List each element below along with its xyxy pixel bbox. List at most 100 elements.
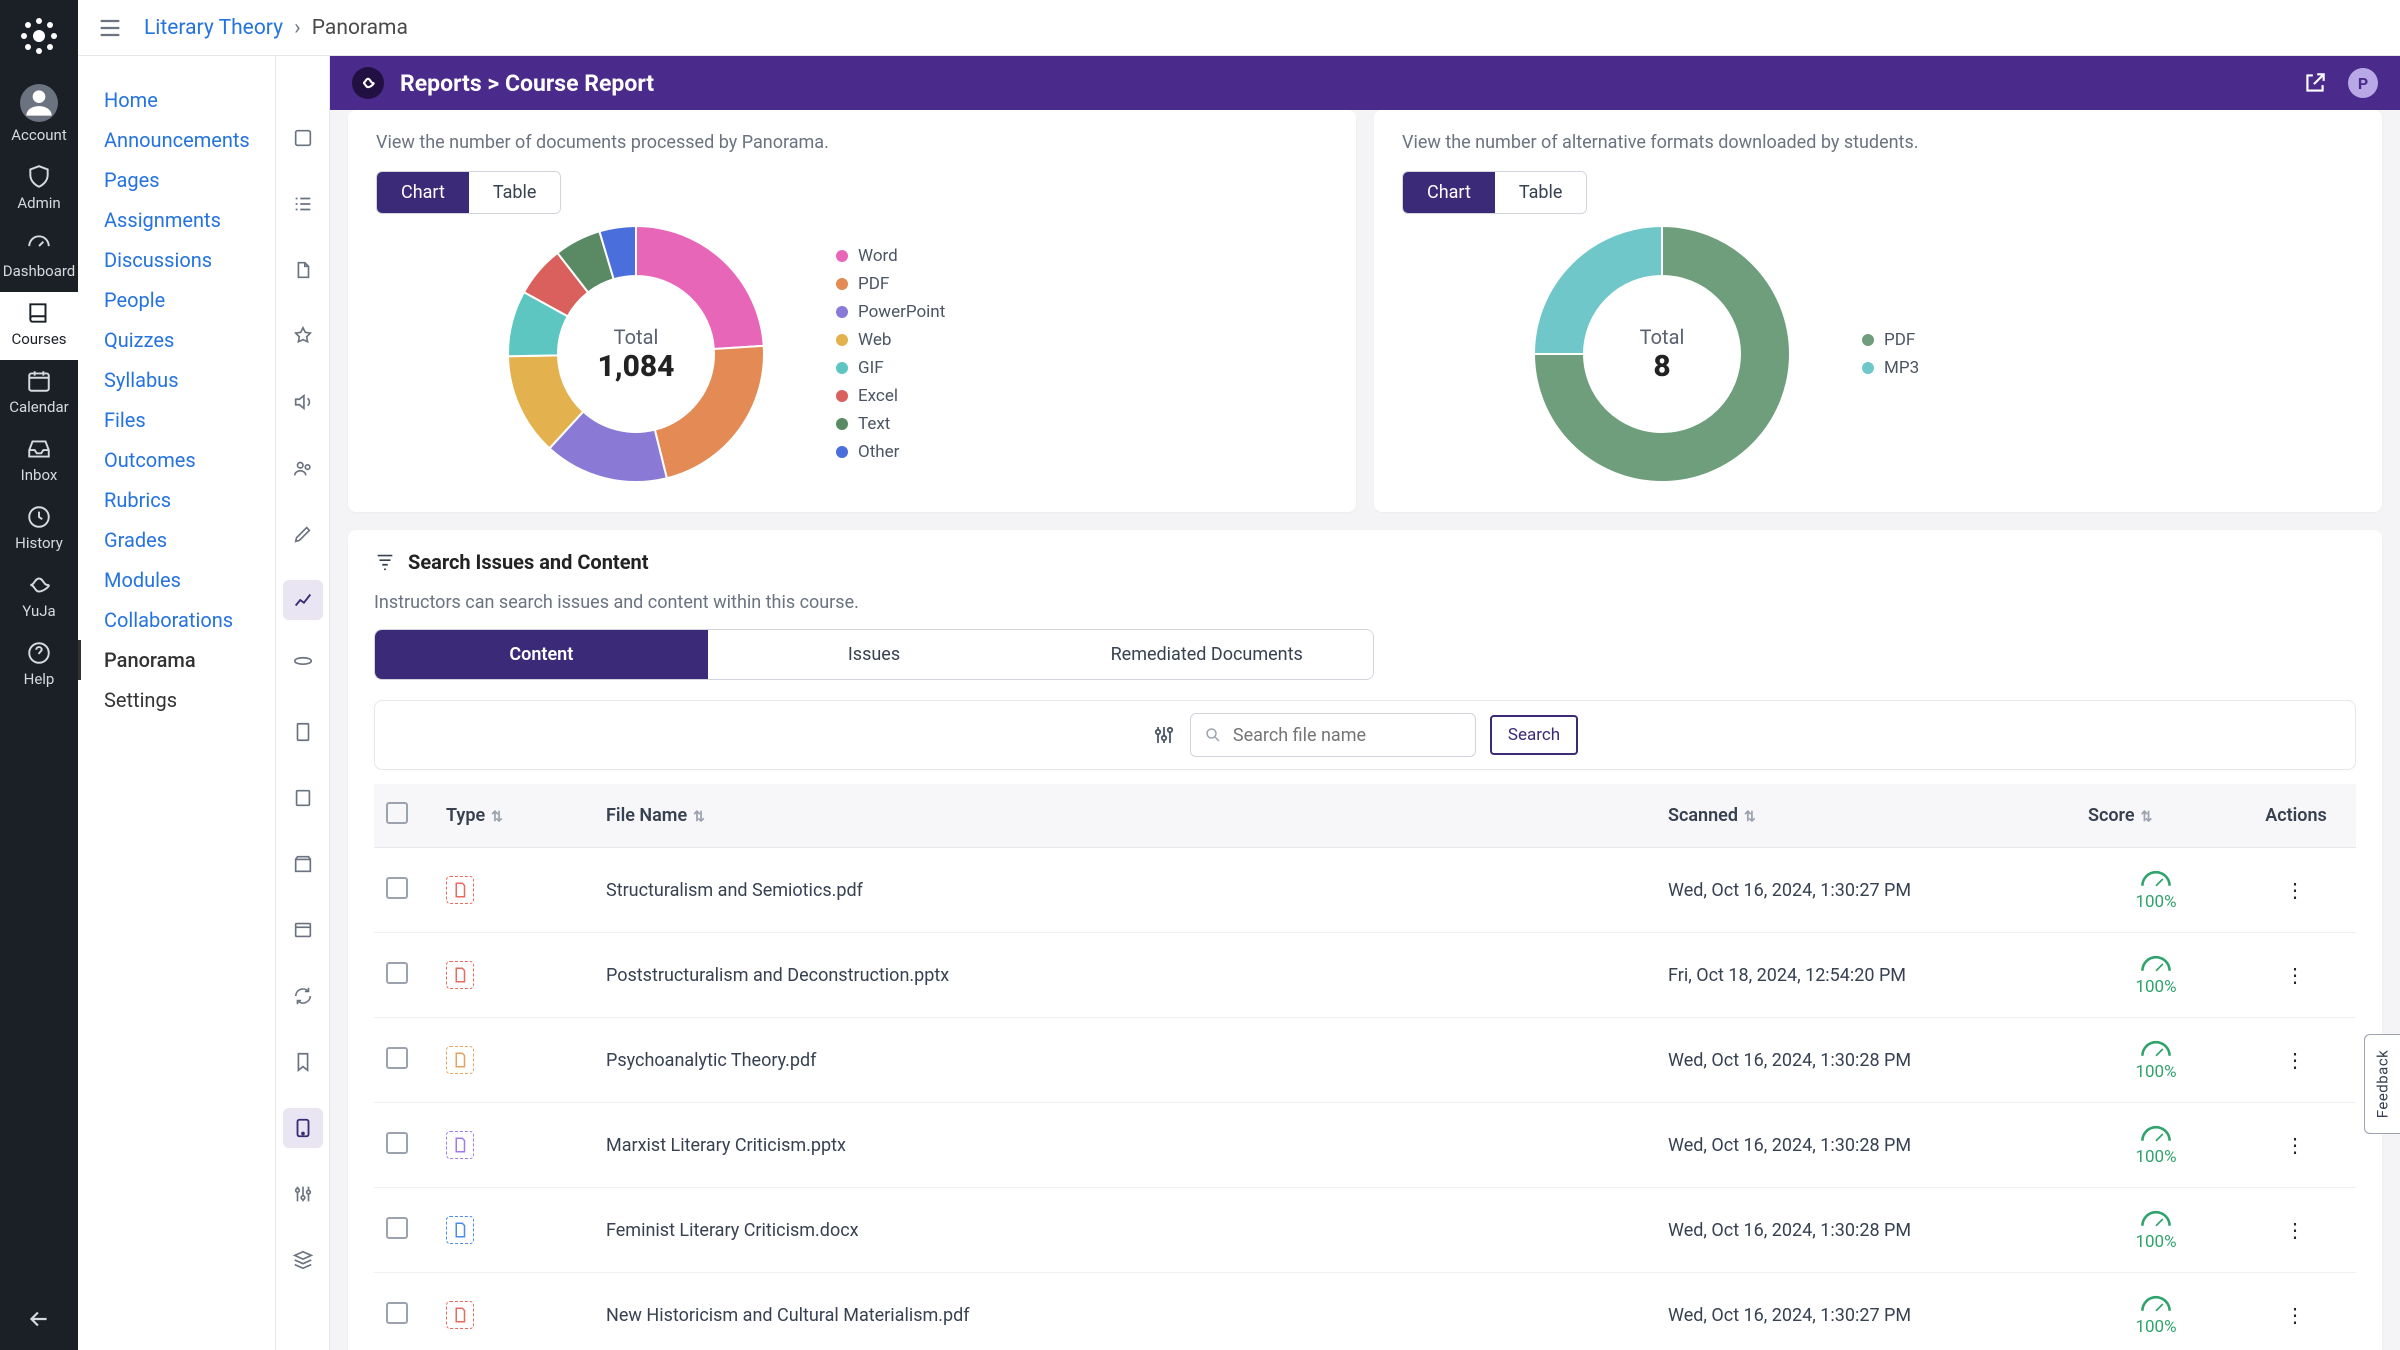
file-name[interactable]: New Historicism and Cultural Materialism… bbox=[594, 1273, 1656, 1350]
downloads-desc: View the number of alternative formats d… bbox=[1402, 132, 2354, 153]
sort-icon[interactable]: ⇅ bbox=[2141, 809, 2153, 825]
course-nav-files[interactable]: Files bbox=[78, 400, 275, 440]
nav-calendar[interactable]: Calendar bbox=[0, 360, 78, 428]
sort-icon[interactable]: ⇅ bbox=[491, 809, 503, 825]
row-checkbox[interactable] bbox=[386, 1047, 408, 1069]
row-actions-menu[interactable]: ⋮ bbox=[2236, 933, 2356, 1018]
score-gauge: 100% bbox=[2088, 1293, 2224, 1337]
col-file[interactable]: File Name bbox=[606, 805, 687, 826]
course-nav-rubrics[interactable]: Rubrics bbox=[78, 480, 275, 520]
row-checkbox[interactable] bbox=[386, 962, 408, 984]
downloads-card: View the number of alternative formats d… bbox=[1374, 110, 2382, 512]
nav-account[interactable]: Account bbox=[0, 76, 78, 156]
course-nav-collaborations[interactable]: Collaborations bbox=[78, 600, 275, 640]
rail-bookmark-icon[interactable] bbox=[283, 1042, 323, 1082]
rail-layers-icon[interactable] bbox=[283, 646, 323, 686]
select-all-checkbox[interactable] bbox=[386, 802, 408, 824]
row-actions-menu[interactable]: ⋮ bbox=[2236, 1188, 2356, 1273]
col-type[interactable]: Type bbox=[446, 805, 485, 826]
course-nav-assignments[interactable]: Assignments bbox=[78, 200, 275, 240]
rail-chart-icon[interactable] bbox=[283, 580, 323, 620]
file-name[interactable]: Feminist Literary Criticism.docx bbox=[594, 1188, 1656, 1273]
rail-home-icon[interactable] bbox=[283, 118, 323, 158]
file-name[interactable]: Marxist Literary Criticism.pptx bbox=[594, 1103, 1656, 1188]
rail-edit-icon[interactable] bbox=[283, 514, 323, 554]
rail-list-icon[interactable] bbox=[283, 184, 323, 224]
rail-archive-icon[interactable] bbox=[283, 844, 323, 884]
legend-dot-icon bbox=[836, 306, 848, 318]
course-nav-outcomes[interactable]: Outcomes bbox=[78, 440, 275, 480]
user-badge[interactable]: P bbox=[2348, 68, 2378, 98]
file-name[interactable]: Psychoanalytic Theory.pdf bbox=[594, 1018, 1656, 1103]
rail-page-icon[interactable] bbox=[283, 778, 323, 818]
file-name[interactable]: Structuralism and Semiotics.pdf bbox=[594, 848, 1656, 933]
course-nav-pages[interactable]: Pages bbox=[78, 160, 275, 200]
file-type-icon bbox=[446, 1046, 474, 1074]
nav-dashboard[interactable]: Dashboard bbox=[0, 224, 78, 292]
course-nav-home[interactable]: Home bbox=[78, 80, 275, 120]
calendar-icon bbox=[26, 368, 52, 394]
row-checkbox[interactable] bbox=[386, 1132, 408, 1154]
sort-icon[interactable]: ⇅ bbox=[1744, 809, 1756, 825]
rail-tablet-icon[interactable] bbox=[283, 1108, 323, 1148]
row-actions-menu[interactable]: ⋮ bbox=[2236, 848, 2356, 933]
legend-label: Other bbox=[858, 442, 899, 462]
file-type-icon bbox=[446, 1301, 474, 1329]
nav-help[interactable]: Help bbox=[0, 632, 78, 700]
feedback-tab[interactable]: Feedback bbox=[2364, 1034, 2400, 1134]
processed-chart-tab[interactable]: Chart bbox=[377, 172, 469, 213]
course-nav-modules[interactable]: Modules bbox=[78, 560, 275, 600]
course-nav-settings[interactable]: Settings bbox=[78, 680, 275, 720]
course-nav-announcements[interactable]: Announcements bbox=[78, 120, 275, 160]
row-checkbox[interactable] bbox=[386, 877, 408, 899]
hamburger-icon[interactable] bbox=[96, 14, 124, 42]
open-external-icon[interactable] bbox=[2302, 70, 2328, 96]
row-checkbox[interactable] bbox=[386, 1302, 408, 1324]
course-nav-grades[interactable]: Grades bbox=[78, 520, 275, 560]
canvas-logo[interactable] bbox=[15, 12, 63, 60]
row-actions-menu[interactable]: ⋮ bbox=[2236, 1273, 2356, 1350]
row-actions-menu[interactable]: ⋮ bbox=[2236, 1018, 2356, 1103]
nav-yuja[interactable]: YuJa bbox=[0, 564, 78, 632]
file-name[interactable]: Poststructuralism and Deconstruction.ppt… bbox=[594, 933, 1656, 1018]
collapse-nav-icon[interactable] bbox=[26, 1306, 52, 1332]
scanned-date: Wed, Oct 16, 2024, 1:30:27 PM bbox=[1656, 848, 2076, 933]
rail-audio-icon[interactable] bbox=[283, 382, 323, 422]
nav-admin[interactable]: Admin bbox=[0, 156, 78, 224]
rail-sliders-icon[interactable] bbox=[283, 1174, 323, 1214]
legend-item: PDF bbox=[836, 274, 945, 294]
nav-history[interactable]: History bbox=[0, 496, 78, 564]
score-gauge: 100% bbox=[2088, 953, 2224, 997]
rail-doc-icon[interactable] bbox=[283, 712, 323, 752]
col-score[interactable]: Score bbox=[2088, 805, 2135, 826]
rail-refresh-icon[interactable] bbox=[283, 976, 323, 1016]
rail-export-icon[interactable] bbox=[283, 250, 323, 290]
row-checkbox[interactable] bbox=[386, 1217, 408, 1239]
search-input[interactable] bbox=[1190, 713, 1476, 757]
course-nav-quizzes[interactable]: Quizzes bbox=[78, 320, 275, 360]
legend-label: PowerPoint bbox=[858, 302, 945, 322]
tab-issues[interactable]: Issues bbox=[708, 630, 1041, 679]
course-nav-panorama[interactable]: Panorama bbox=[78, 640, 275, 680]
course-nav-people[interactable]: People bbox=[78, 280, 275, 320]
rail-users-icon[interactable] bbox=[283, 448, 323, 488]
course-nav-discussions[interactable]: Discussions bbox=[78, 240, 275, 280]
downloads-legend: PDFMP3 bbox=[1862, 330, 1919, 378]
downloads-table-tab[interactable]: Table bbox=[1495, 172, 1587, 213]
tab-content[interactable]: Content bbox=[375, 630, 708, 679]
nav-inbox[interactable]: Inbox bbox=[0, 428, 78, 496]
rail-stack-icon[interactable] bbox=[283, 1240, 323, 1280]
filter-settings-icon[interactable] bbox=[1152, 723, 1176, 747]
course-nav-syllabus[interactable]: Syllabus bbox=[78, 360, 275, 400]
rail-window-icon[interactable] bbox=[283, 910, 323, 950]
sort-icon[interactable]: ⇅ bbox=[693, 809, 705, 825]
downloads-chart-tab[interactable]: Chart bbox=[1403, 172, 1495, 213]
rail-star-icon[interactable] bbox=[283, 316, 323, 356]
breadcrumb-course[interactable]: Literary Theory bbox=[144, 16, 283, 40]
processed-table-tab[interactable]: Table bbox=[469, 172, 561, 213]
col-scanned[interactable]: Scanned bbox=[1668, 805, 1738, 826]
search-button[interactable]: Search bbox=[1490, 715, 1578, 755]
nav-courses[interactable]: Courses bbox=[0, 292, 78, 360]
row-actions-menu[interactable]: ⋮ bbox=[2236, 1103, 2356, 1188]
tab-remediated[interactable]: Remediated Documents bbox=[1040, 630, 1373, 679]
